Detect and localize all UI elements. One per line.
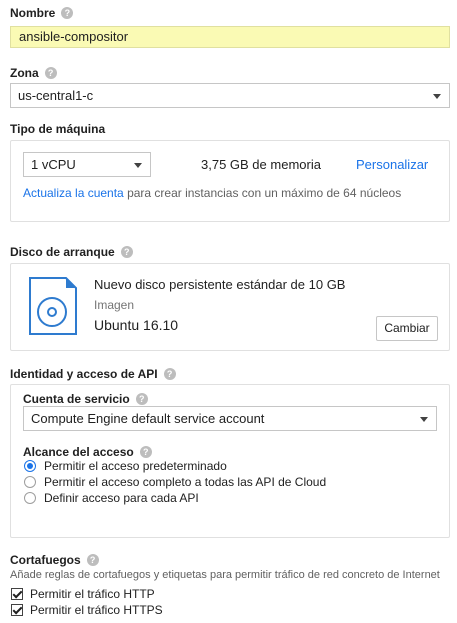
- identity-section-label: Identidad y acceso de API?: [10, 367, 176, 381]
- image-label: Imagen: [94, 298, 135, 312]
- access-scope-label: Alcance del acceso: [23, 445, 134, 459]
- name-input[interactable]: ansible-compositor: [10, 26, 450, 48]
- checkbox-checked[interactable]: [11, 588, 23, 600]
- https-checkbox-row[interactable]: Permitir el tráfico HTTPS: [11, 603, 311, 619]
- chevron-down-icon: [433, 94, 441, 99]
- image-value: Ubuntu 16.10: [94, 317, 179, 333]
- chevron-down-icon: [134, 163, 142, 168]
- machine-type-panel: 1 vCPU 3,75 GB de memoria Personalizar A…: [10, 140, 450, 222]
- scope-option-label: Permitir el acceso predeterminado: [44, 459, 227, 473]
- http-checkbox-row[interactable]: Permitir el tráfico HTTP: [11, 587, 311, 603]
- chevron-down-icon: [420, 417, 428, 422]
- radio-button[interactable]: [24, 460, 36, 472]
- https-checkbox-label: Permitir el tráfico HTTPS: [30, 603, 163, 617]
- memory-text: 3,75 GB de memoria: [201, 157, 321, 172]
- disk-icon: [29, 277, 77, 335]
- help-icon[interactable]: ?: [86, 554, 99, 566]
- service-account-label: Cuenta de servicio: [23, 392, 130, 406]
- http-checkbox-label: Permitir el tráfico HTTP: [30, 587, 155, 601]
- change-disk-button[interactable]: Cambiar: [376, 316, 438, 341]
- help-icon[interactable]: ?: [139, 446, 152, 458]
- upgrade-account-link[interactable]: Actualiza la cuenta: [23, 186, 124, 200]
- identity-label: Identidad y acceso de API: [10, 367, 158, 381]
- customize-link[interactable]: Personalizar: [356, 157, 428, 172]
- scope-option-label: Permitir el acceso completo a todas las …: [44, 475, 327, 489]
- help-icon[interactable]: ?: [61, 7, 74, 19]
- machine-type-label-text: Tipo de máquina: [10, 122, 106, 136]
- upgrade-message-text: para crear instancias con un máximo de 6…: [123, 186, 402, 200]
- firewall-description: Añade reglas de cortafuegos y etiquetas …: [10, 569, 440, 581]
- machine-type-label: Tipo de máquina: [10, 122, 105, 136]
- zone-label: Zona: [10, 66, 39, 80]
- scope-option[interactable]: Permitir el acceso predeterminado: [24, 459, 444, 475]
- cpu-select-value: 1 vCPU: [31, 157, 76, 172]
- scope-option[interactable]: Permitir el acceso completo a todas las …: [24, 475, 444, 491]
- radio-button[interactable]: [24, 492, 36, 504]
- zone-select[interactable]: us-central1-c: [10, 83, 450, 108]
- radio-button[interactable]: [24, 476, 36, 488]
- identity-panel: Cuenta de servicio? Compute Engine defau…: [10, 384, 450, 538]
- zone-section-label: Zona?: [10, 66, 57, 80]
- firewall-section-label: Cortafuegos?: [10, 553, 99, 567]
- service-account-value: Compute Engine default service account: [31, 411, 265, 426]
- cpu-select[interactable]: 1 vCPU: [23, 152, 151, 177]
- access-scope-section-label: Alcance del acceso?: [23, 445, 152, 459]
- boot-disk-section-label: Disco de arranque?: [10, 245, 133, 259]
- help-icon[interactable]: ?: [44, 67, 57, 79]
- boot-disk-panel: Nuevo disco persistente estándar de 10 G…: [10, 263, 450, 351]
- boot-disk-label: Disco de arranque: [10, 245, 115, 259]
- scope-option[interactable]: Definir acceso para cada API: [24, 491, 444, 507]
- firewall-label: Cortafuegos: [10, 553, 81, 567]
- service-account-select[interactable]: Compute Engine default service account: [23, 406, 437, 431]
- help-icon[interactable]: ?: [120, 246, 133, 258]
- upgrade-message: Actualiza la cuenta para crear instancia…: [23, 186, 401, 200]
- scope-option-label: Definir acceso para cada API: [44, 491, 199, 505]
- help-icon[interactable]: ?: [135, 393, 148, 405]
- checkbox-checked[interactable]: [11, 604, 23, 616]
- disk-description: Nuevo disco persistente estándar de 10 G…: [94, 277, 346, 292]
- name-label: Nombre: [10, 6, 56, 20]
- help-icon[interactable]: ?: [163, 368, 176, 380]
- service-account-section-label: Cuenta de servicio?: [23, 392, 148, 406]
- name-input-value: ansible-compositor: [19, 29, 129, 44]
- zone-select-value: us-central1-c: [18, 88, 94, 103]
- name-section-label: Nombre?: [10, 6, 74, 20]
